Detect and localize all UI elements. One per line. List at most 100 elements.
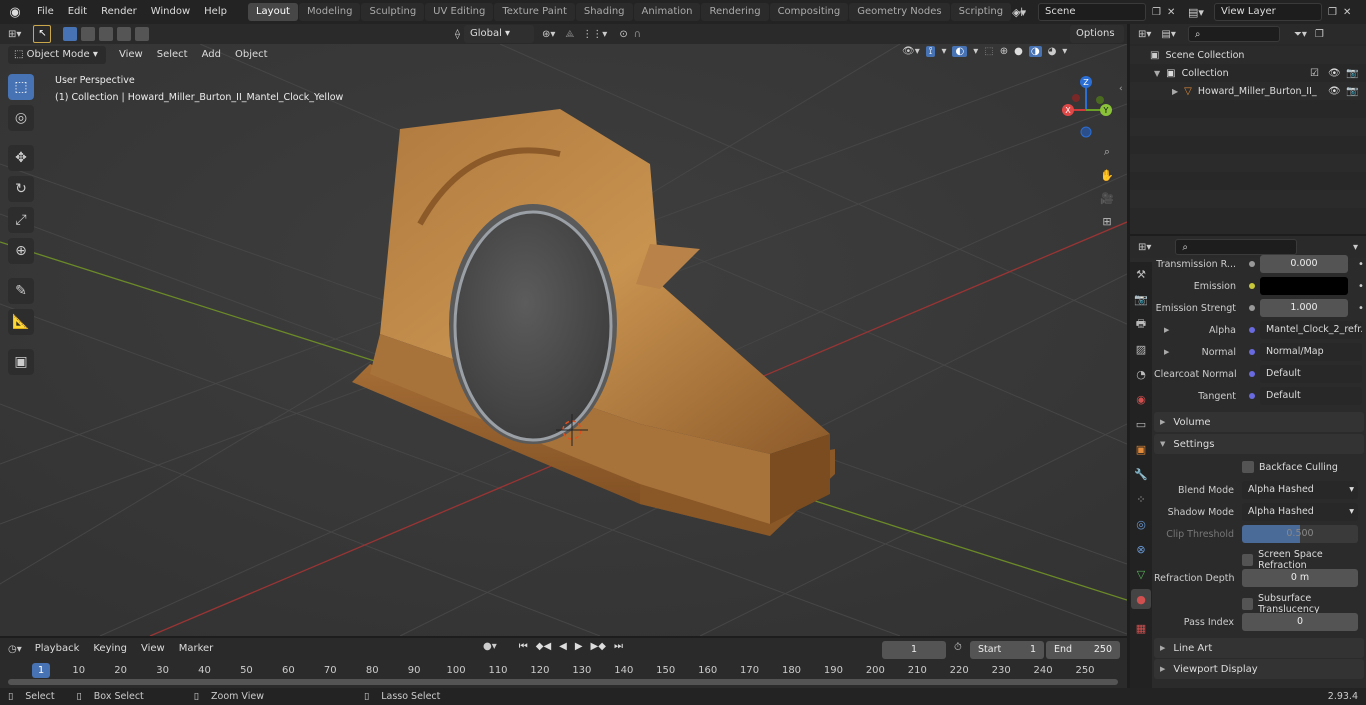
tool-tab-icon[interactable]: ⚒: [1131, 264, 1151, 284]
display-mode-icon[interactable]: ▤▾: [1161, 29, 1175, 40]
pass-index-field[interactable]: 0: [1242, 613, 1358, 631]
line-art-panel-header[interactable]: ▶ Line Art: [1154, 638, 1364, 658]
viewport-menu-object[interactable]: Object: [228, 46, 275, 64]
backface-culling-checkbox[interactable]: Backface Culling: [1242, 461, 1338, 473]
scale-tool-icon[interactable]: ⤢: [8, 207, 34, 233]
hide-eye-icon[interactable]: 👁: [1328, 68, 1341, 79]
material-tab-icon[interactable]: ●: [1131, 589, 1151, 609]
clip-threshold-slider[interactable]: 0.500: [1242, 525, 1358, 543]
selection-mode-intersect-icon[interactable]: [135, 27, 150, 41]
object-mode-dropdown[interactable]: ⬚ Object Mode ▾: [8, 46, 106, 64]
camera-view-icon[interactable]: 🎥: [1097, 188, 1117, 208]
view-layer-field[interactable]: View Layer: [1214, 3, 1322, 21]
properties-editor-icon[interactable]: ⊞▾: [1138, 242, 1151, 253]
shadow-mode-dropdown[interactable]: Alpha Hashed ▾: [1242, 503, 1358, 521]
start-frame-field[interactable]: Start 1: [970, 641, 1044, 659]
annotate-tool-icon[interactable]: ✎: [8, 278, 34, 304]
next-keyframe-icon[interactable]: ▶◆: [591, 641, 606, 652]
gizmo-toggle-icon[interactable]: ⟟: [925, 46, 936, 57]
data-tab-icon[interactable]: ▽: [1131, 564, 1151, 584]
shading-dropdown-icon[interactable]: ▾: [1062, 46, 1067, 57]
expand-arrow-icon[interactable]: ▶: [1172, 87, 1178, 96]
shading-solid-icon[interactable]: ●: [1014, 46, 1023, 57]
add-cube-tool-icon[interactable]: ▣: [8, 349, 34, 375]
new-scene-icon[interactable]: ❐: [1152, 7, 1161, 18]
blender-logo-icon[interactable]: ◉: [0, 5, 30, 20]
refraction-depth-field[interactable]: 0 m: [1242, 569, 1358, 587]
new-collection-icon[interactable]: ❐: [1315, 29, 1324, 40]
shading-wireframe-icon[interactable]: ⊕: [1000, 46, 1008, 57]
shading-material-icon[interactable]: ◑: [1028, 46, 1042, 57]
object-tab-icon[interactable]: ▣: [1131, 439, 1151, 459]
workspace-tab-scripting[interactable]: Scripting: [950, 3, 1012, 21]
transmission-roughness-field[interactable]: 0.000: [1260, 255, 1348, 273]
workspace-tab-uv-editing[interactable]: UV Editing: [425, 3, 494, 21]
timeline-scrollbar[interactable]: [8, 679, 1118, 685]
workspace-tab-rendering[interactable]: Rendering: [701, 3, 769, 21]
record-icon[interactable]: ●▾: [483, 641, 497, 652]
snap-icon[interactable]: ⟁: [565, 29, 574, 40]
gizmo-dropdown-icon[interactable]: ▾: [941, 46, 946, 57]
workspace-tab-compositing[interactable]: Compositing: [769, 3, 849, 21]
scene-icon[interactable]: ◈▾: [1012, 6, 1038, 19]
timeline-menu-playback[interactable]: Playback: [28, 640, 87, 658]
settings-panel-header[interactable]: ▼ Settings: [1154, 434, 1364, 454]
blend-mode-dropdown[interactable]: Alpha Hashed ▾: [1242, 481, 1358, 499]
selection-mode-extend-icon[interactable]: [81, 27, 96, 41]
menu-render[interactable]: Render: [94, 0, 144, 24]
alpha-link-field[interactable]: Mantel_Clock_2_refr...: [1260, 321, 1362, 339]
perspective-grid-icon[interactable]: ⊞: [1097, 211, 1117, 231]
normal-link-field[interactable]: Normal/Map: [1260, 343, 1362, 361]
select-box-tool-icon[interactable]: ⬚: [8, 74, 34, 100]
viewport-menu-view[interactable]: View: [112, 46, 150, 64]
outliner-editor-icon[interactable]: ⊞▾: [1138, 29, 1151, 40]
world-tab-icon[interactable]: ◉: [1131, 389, 1151, 409]
viewport-menu-select[interactable]: Select: [150, 46, 195, 64]
workspace-tab-geometry-nodes[interactable]: Geometry Nodes: [849, 3, 950, 21]
cursor-tool-icon[interactable]: ◎: [8, 105, 34, 131]
scene-tab-icon[interactable]: ◔: [1131, 364, 1151, 384]
timeline-editor-icon[interactable]: ◷▾: [8, 644, 22, 655]
clearcoat-normal-field[interactable]: Default: [1260, 365, 1362, 383]
collection-tab-icon[interactable]: ▭: [1131, 414, 1151, 434]
viewport-menu-add[interactable]: Add: [195, 46, 228, 64]
pan-hand-icon[interactable]: ✋: [1097, 165, 1117, 185]
workspace-tab-animation[interactable]: Animation: [633, 3, 701, 21]
exclude-checkbox-icon[interactable]: ☑: [1310, 68, 1319, 79]
frame-ruler[interactable]: 1 10 20 30 40 50 60 70 80 90 100 110 120 130 140 150 160…: [0, 665, 1127, 679]
preview-range-icon[interactable]: ⏱: [954, 642, 962, 653]
expand-arrow-icon[interactable]: ▼: [1154, 69, 1160, 78]
outliner-search-input[interactable]: ⌕: [1187, 26, 1280, 42]
expand-arrow-icon[interactable]: ▶: [1164, 326, 1169, 334]
active-tool-icon[interactable]: ↖: [33, 25, 52, 43]
xray-icon[interactable]: ⬚: [984, 46, 993, 57]
outliner-row-object[interactable]: ▶ ▽ Howard_Miller_Burton_II_ 👁 📷: [1130, 82, 1366, 100]
navigation-gizmo[interactable]: Z Y X: [1058, 72, 1122, 142]
viewport-display-panel-header[interactable]: ▶ Viewport Display: [1154, 659, 1364, 679]
zoom-icon[interactable]: ⌕: [1097, 142, 1117, 162]
selection-mode-new-icon[interactable]: [63, 27, 78, 41]
menu-window[interactable]: Window: [144, 0, 197, 24]
end-frame-field[interactable]: End 250: [1046, 641, 1120, 659]
transform-orientation-dropdown[interactable]: Global ▾: [463, 25, 534, 43]
snap-target-icon[interactable]: ⋮⋮▾: [582, 29, 607, 40]
menu-edit[interactable]: Edit: [61, 0, 94, 24]
scene-field[interactable]: Scene: [1038, 3, 1146, 21]
physics-tab-icon[interactable]: ◎: [1131, 514, 1151, 534]
shading-rendered-icon[interactable]: ◕: [1048, 46, 1057, 57]
editor-type-icon[interactable]: ⊞▾: [8, 29, 21, 40]
output-tab-icon[interactable]: 🖶: [1131, 314, 1151, 334]
filter-icon[interactable]: ⏷▾: [1294, 29, 1307, 40]
delete-scene-icon[interactable]: ✕: [1167, 7, 1175, 18]
volume-panel-header[interactable]: ▶ Volume: [1154, 412, 1364, 432]
jump-start-icon[interactable]: ⏮: [519, 641, 528, 652]
options-dropdown[interactable]: Options ▾: [1070, 25, 1124, 57]
render-tab-icon[interactable]: 📷: [1131, 289, 1151, 309]
particles-tab-icon[interactable]: ⁘: [1131, 489, 1151, 509]
emission-strength-field[interactable]: 1.000: [1260, 299, 1348, 317]
delete-view-layer-icon[interactable]: ✕: [1343, 7, 1351, 18]
rotate-tool-icon[interactable]: ↻: [8, 176, 34, 202]
overlays-toggle-icon[interactable]: ◐: [952, 46, 968, 57]
menu-file[interactable]: File: [30, 0, 61, 24]
outliner-row-collection[interactable]: ▼ ▣ Collection ☑ 👁 📷: [1130, 64, 1366, 82]
